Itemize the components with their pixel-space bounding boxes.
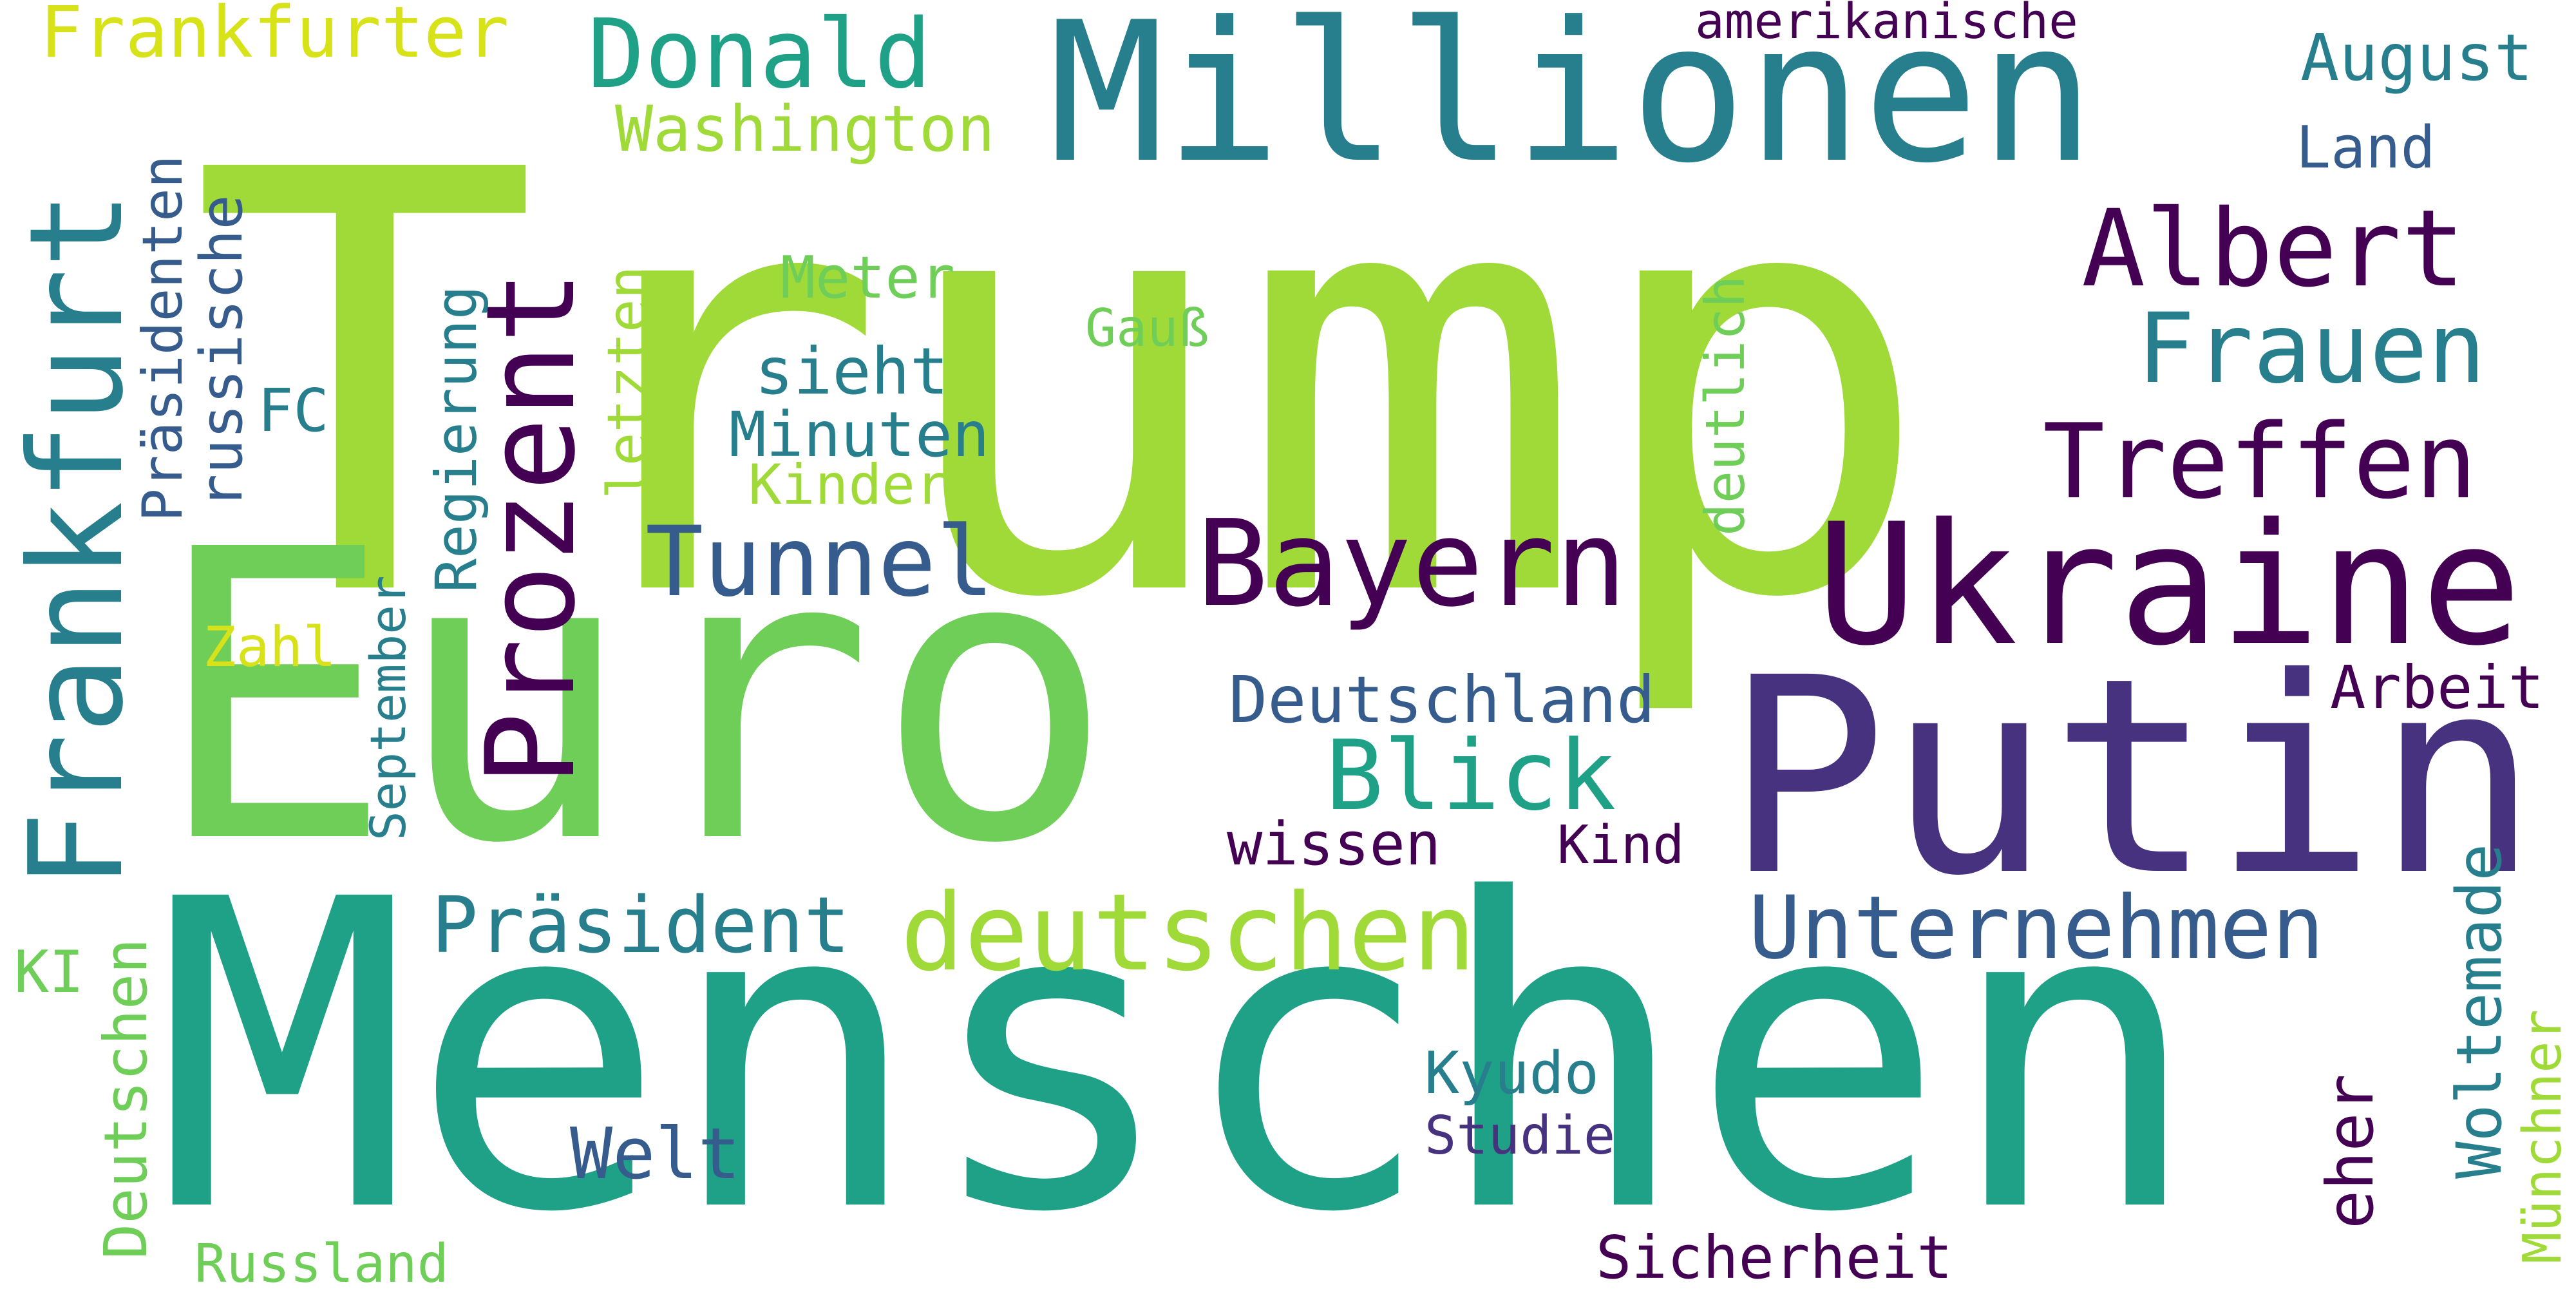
word-arbeit: Arbeit [2330,653,2544,722]
word-frauen: Frauen [2137,293,2486,405]
word-wissen: wissen [1227,810,1441,879]
word-ukraine: Ukraine [1816,488,2522,683]
word-bayern: Bayern [1197,494,1627,633]
word-september: September [359,575,417,841]
word-deutschen: deutschen [900,871,1477,995]
word-regierung: Regierung [423,285,489,593]
word-amerikanische: amerikanische [1695,0,2078,50]
word-frankfurt: Frankfurt [2,191,152,889]
word-ki: KI [14,938,84,1006]
word-deutschen-noun: Deutschen [91,938,160,1260]
word-zahl: Zahl [203,615,337,680]
word-frankfurter: Frankfurter [40,0,509,73]
word-sicherheit: Sicherheit [1596,1223,1953,1292]
word-russland: Russland [194,1234,449,1295]
word-deutschland: Deutschland [1229,662,1656,738]
word-meter: Meter [781,244,955,312]
word-muenchner: Münchner [2512,1009,2573,1264]
word-august: August [2300,20,2533,95]
word-unternehmen: Unternehmen [1748,877,2325,978]
word-kyudo: Kyudo [1425,1040,1599,1107]
word-tunnel: Tunnel [645,506,994,618]
word-land: Land [2296,114,2436,182]
word-praesident: Präsident [431,881,851,971]
word-gauss: Gauß [1085,298,1209,358]
word-studie: Studie [1425,1105,1616,1167]
word-albert: Albert [2081,187,2466,310]
word-praesidenten: Präsidenten [131,155,195,522]
word-treffen: Treffen [2043,401,2477,522]
word-kinder: Kinder [748,453,949,517]
word-sieht: sieht [755,334,949,409]
word-kind: Kind [1557,815,1685,876]
word-donald: Donald [587,0,932,110]
word-russische: russische [188,195,256,509]
word-letzten: letzten [596,265,660,499]
word-cloud: Trump Euro Menschen Putin Millionen Ukra… [0,0,2576,1295]
word-woltemade: Woltemade [2443,843,2515,1179]
word-fc: FC [258,376,329,445]
word-washington: Washington [615,93,996,166]
word-deutlich: deutlich [1694,275,1757,536]
word-welt: Welt [570,1112,741,1195]
word-eher: eher [2313,1074,2388,1229]
